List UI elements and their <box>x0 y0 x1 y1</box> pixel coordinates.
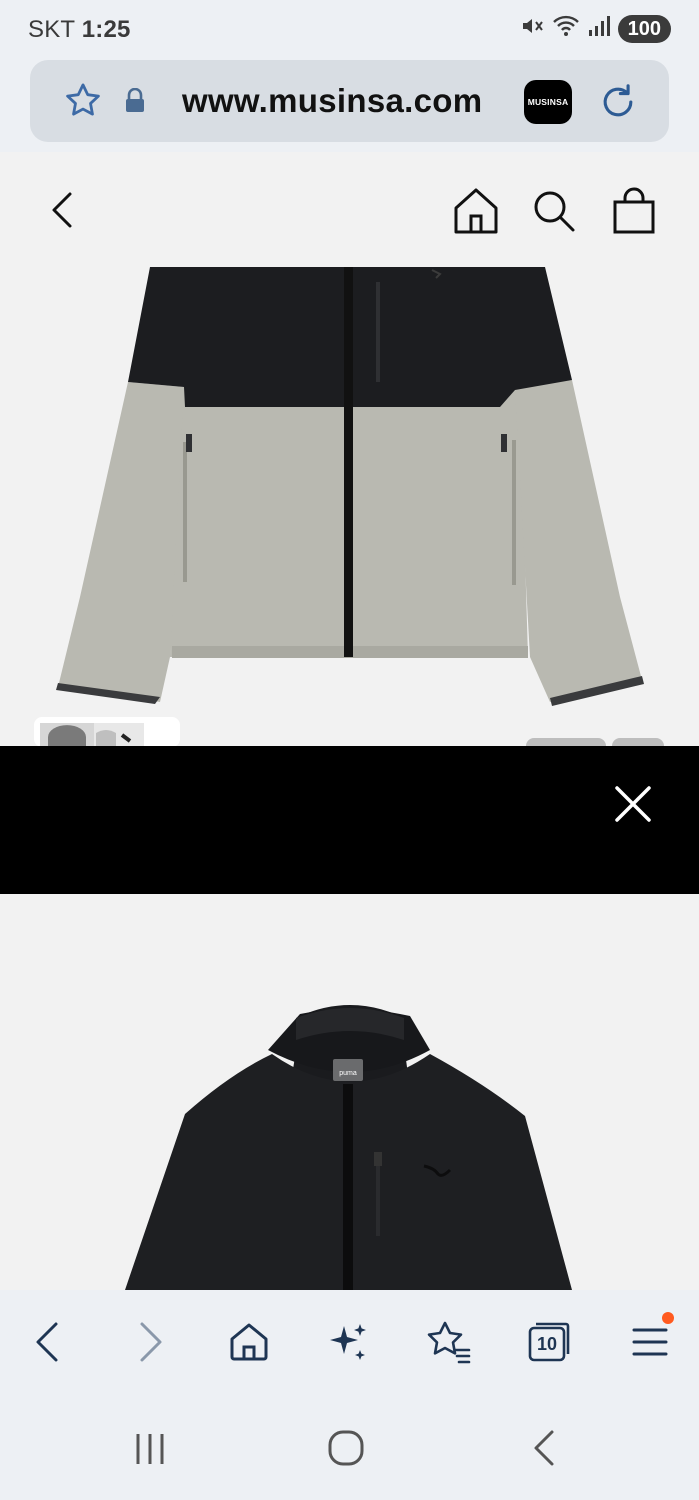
home-icon[interactable] <box>225 1318 273 1366</box>
signal-icon <box>588 14 610 43</box>
battery-level: 100 <box>617 14 671 43</box>
close-icon[interactable] <box>613 784 653 824</box>
image-thumbnail-strip[interactable] <box>34 717 180 747</box>
lock-icon <box>124 87 146 119</box>
back-icon[interactable] <box>24 1318 72 1366</box>
home-icon[interactable] <box>452 186 500 241</box>
web-page: puma <box>0 152 699 1290</box>
carrier-label: SKT <box>28 16 75 43</box>
wifi-icon <box>552 14 580 43</box>
puma-label: puma <box>339 1070 357 1077</box>
browser-address-area: www.musinsa.com MUSINSA <box>0 60 699 152</box>
url-text[interactable]: www.musinsa.com <box>182 82 482 120</box>
browser-toolbar: 10 <box>0 1290 699 1396</box>
tabs-icon[interactable]: 10 <box>524 1318 572 1366</box>
forward-icon[interactable] <box>126 1318 174 1366</box>
recent-apps-icon[interactable] <box>130 1428 170 1473</box>
shopping-bag-icon[interactable] <box>611 186 657 241</box>
product-header <box>0 152 699 268</box>
home-button-icon[interactable] <box>326 1428 366 1473</box>
status-icons: 100 <box>520 14 671 43</box>
overlay-banner <box>0 746 699 894</box>
back-icon[interactable] <box>44 190 78 235</box>
tab-count: 10 <box>536 1333 558 1354</box>
address-bar[interactable]: www.musinsa.com MUSINSA <box>30 60 669 142</box>
clock: 1:25 <box>81 16 131 43</box>
status-bar: SKT 1:25 100 <box>0 0 699 60</box>
system-back-icon[interactable] <box>526 1428 560 1473</box>
carrier-time: SKT 1:25 <box>28 16 131 44</box>
mute-icon <box>520 14 544 43</box>
system-nav-bar <box>0 1396 699 1500</box>
search-icon[interactable] <box>531 188 577 239</box>
site-badge[interactable]: MUSINSA <box>524 80 572 124</box>
reload-icon[interactable] <box>596 80 640 129</box>
bookmarks-icon[interactable] <box>424 1318 472 1366</box>
bookmark-star-icon[interactable] <box>62 80 104 127</box>
product-image[interactable] <box>0 262 699 752</box>
ai-sparkle-icon[interactable] <box>324 1318 372 1366</box>
notification-dot <box>662 1312 674 1324</box>
second-product-image[interactable]: puma <box>0 894 699 1290</box>
menu-icon[interactable] <box>626 1312 674 1366</box>
